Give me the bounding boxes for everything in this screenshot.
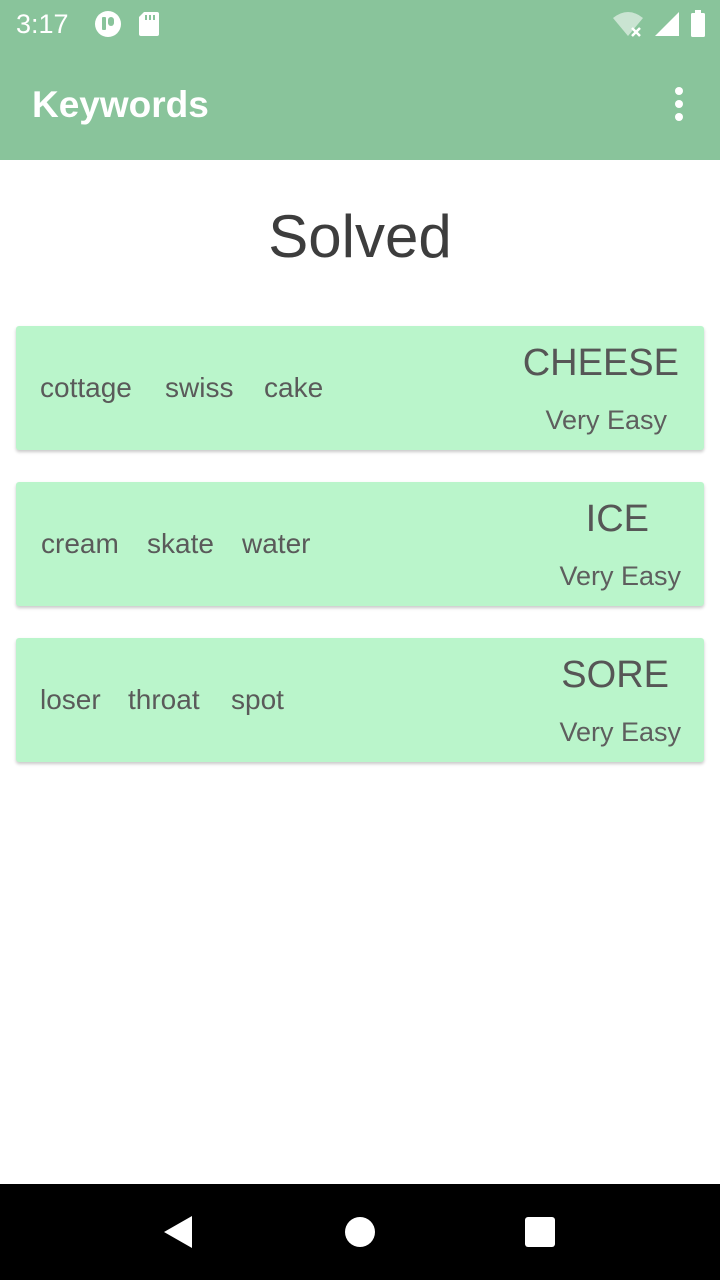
- answer-word: CHEESE: [522, 342, 679, 384]
- solved-card-sore[interactable]: loser throat spot SORE Very Easy: [16, 638, 704, 762]
- answer-word: ICE: [585, 498, 649, 540]
- clue-word: water: [242, 528, 311, 559]
- recents-icon: [525, 1217, 555, 1247]
- clue-word: swiss: [165, 372, 234, 403]
- clue-word: cottage: [40, 372, 132, 403]
- signal-icon: [654, 10, 680, 43]
- home-icon: [345, 1217, 375, 1247]
- app-title: Keywords: [32, 84, 209, 125]
- more-vert-icon: [675, 87, 683, 121]
- status-time: 3:17: [16, 9, 69, 39]
- recents-button[interactable]: [524, 1216, 556, 1248]
- sd-card-icon: [138, 11, 160, 42]
- solved-card-ice[interactable]: cream skate water ICE Very Easy: [16, 482, 704, 606]
- app-notification-icon: [94, 10, 122, 43]
- difficulty-label: Very Easy: [545, 405, 667, 435]
- clue-word: throat: [128, 684, 200, 715]
- back-icon: [164, 1216, 192, 1248]
- clue-word: skate: [147, 528, 214, 559]
- difficulty-label: Very Easy: [559, 561, 681, 591]
- status-left-icons: [94, 10, 160, 43]
- page-title: Solved: [268, 203, 452, 270]
- status-right-icons: [612, 10, 706, 43]
- battery-icon: [690, 10, 706, 43]
- status-bar: 3:17: [0, 0, 720, 48]
- app-bar: Keywords: [0, 48, 720, 160]
- clue-word: spot: [231, 684, 284, 715]
- answer-word: SORE: [561, 654, 669, 696]
- clue-word: cream: [41, 528, 119, 559]
- solved-card-cheese[interactable]: cottage swiss cake CHEESE Very Easy: [16, 326, 704, 450]
- wifi-off-icon: [612, 10, 644, 43]
- difficulty-label: Very Easy: [559, 717, 681, 747]
- home-button[interactable]: [344, 1216, 376, 1248]
- overflow-menu-button[interactable]: [664, 86, 694, 122]
- clue-word: cake: [264, 372, 324, 403]
- clue-word: loser: [40, 684, 101, 715]
- back-button[interactable]: [162, 1215, 194, 1249]
